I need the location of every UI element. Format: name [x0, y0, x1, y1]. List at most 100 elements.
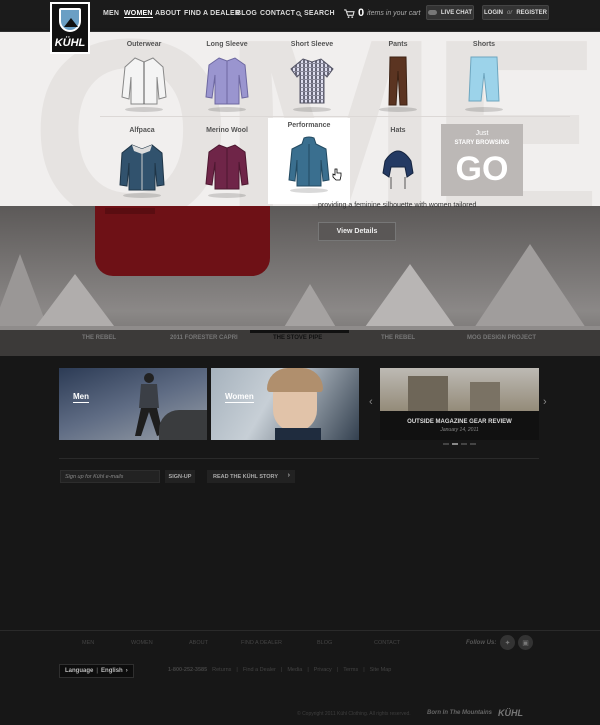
- language-value: English: [101, 668, 123, 674]
- kuhl-logo[interactable]: KÜHL: [50, 2, 90, 54]
- live-chat-button[interactable]: LIVE CHAT: [426, 5, 474, 20]
- footer-nav-blog[interactable]: BLOG: [317, 640, 332, 646]
- nav-about[interactable]: ABOUT: [155, 10, 181, 17]
- footer-link-privacy[interactable]: Privacy: [314, 667, 332, 673]
- live-chat-label: LIVE CHAT: [440, 9, 473, 16]
- category-label: Shorts: [472, 41, 496, 48]
- hat-image: [373, 141, 423, 193]
- footer-nav-women[interactable]: WOMEN: [131, 640, 153, 646]
- category-merino-wool[interactable]: Merino Wool: [186, 118, 268, 204]
- nav-search[interactable]: SEARCH: [296, 10, 335, 17]
- promo-outside-magazine[interactable]: OUTSIDE MAGAZINE GEAR REVIEW January 14,…: [380, 368, 539, 440]
- language-selector[interactable]: Language | English ›: [59, 664, 134, 678]
- category-label: Long Sleeve: [206, 41, 248, 48]
- category-label: Merino Wool: [206, 127, 248, 134]
- women-mega-menu: OME Outerwear Long Sleeve Short Sleeve P…: [0, 32, 600, 206]
- promo-women[interactable]: Women: [211, 368, 359, 440]
- footer-nav-men[interactable]: MEN: [82, 640, 94, 646]
- carousel-dot-active[interactable]: [452, 443, 458, 445]
- cart-count: 0: [358, 7, 365, 19]
- phone-number: 1-800-252-3585: [168, 667, 208, 673]
- separator: |: [96, 668, 99, 674]
- footer-nav-about[interactable]: ABOUT: [189, 640, 208, 646]
- nav-search-label: SEARCH: [304, 10, 335, 17]
- section-divider: [59, 458, 539, 459]
- mountain-shield-icon: [59, 8, 81, 32]
- footer-logo[interactable]: KÜHL: [498, 708, 523, 718]
- read-story-label: READ THE KÜHL STORY: [213, 473, 278, 480]
- hero-tab-the-rebel-2[interactable]: THE REBEL: [381, 335, 415, 341]
- footer-nav-contact[interactable]: CONTACT: [374, 640, 400, 646]
- nav-contact[interactable]: CONTACT: [260, 10, 295, 17]
- chevron-right-icon: ›: [287, 472, 290, 479]
- cart[interactable]: 0 items in your cart: [344, 7, 420, 19]
- or-label: or: [506, 9, 513, 16]
- chevron-right-icon: ›: [125, 668, 128, 674]
- chat-bubble-icon: [427, 10, 437, 15]
- footer-link-media[interactable]: Media: [287, 667, 302, 673]
- carousel-dot[interactable]: [443, 443, 449, 445]
- castle-ruin-image: [380, 368, 539, 411]
- nav-blog[interactable]: BLOG: [236, 10, 257, 17]
- category-outerwear[interactable]: Outerwear: [103, 32, 185, 118]
- category-shorts[interactable]: Shorts: [443, 32, 525, 118]
- go-box-go: GO: [455, 150, 509, 188]
- follow-us-label: Follow Us:: [466, 640, 497, 646]
- pants-image: [373, 55, 423, 112]
- hero-tabs: [0, 330, 600, 356]
- nav-women[interactable]: WOMEN: [124, 10, 153, 18]
- category-label: Pants: [388, 41, 408, 48]
- read-story-button[interactable]: READ THE KÜHL STORY ›: [207, 470, 295, 483]
- shorts-image: [459, 55, 509, 112]
- cart-icon: [344, 8, 355, 18]
- promo-men[interactable]: Men: [59, 368, 207, 440]
- carousel-dot[interactable]: [470, 443, 476, 445]
- hero-tab-forester-capri[interactable]: 2011 FORESTER CAPRI: [170, 335, 238, 341]
- category-performance[interactable]: Performance: [268, 118, 350, 204]
- active-tab-indicator: [250, 330, 349, 333]
- category-pants[interactable]: Pants: [357, 32, 439, 118]
- footer-links: 1-800-252-3585 Returns | Find a Dealer |…: [168, 667, 391, 673]
- login-register-button[interactable]: LOGIN or REGISTER: [482, 5, 549, 20]
- footer-link-find-a-dealer[interactable]: Find a Dealer: [243, 667, 276, 673]
- carousel-dot[interactable]: [461, 443, 467, 445]
- separator: |: [336, 667, 339, 673]
- category-short-sleeve[interactable]: Short Sleeve: [271, 32, 353, 118]
- footer-link-returns[interactable]: Returns: [212, 667, 231, 673]
- twitter-icon[interactable]: ✦: [500, 635, 515, 650]
- carousel-prev-arrow[interactable]: ‹: [369, 396, 373, 408]
- email-signup-input[interactable]: Sign up for Kühl e-mails: [60, 470, 160, 483]
- register-link[interactable]: REGISTER: [516, 10, 547, 16]
- category-long-sleeve[interactable]: Long Sleeve: [186, 32, 268, 118]
- facebook-icon[interactable]: ▣: [518, 635, 533, 650]
- login-link[interactable]: LOGIN: [484, 10, 503, 16]
- signup-button[interactable]: SIGN-UP: [165, 470, 195, 483]
- hero-tab-stove-pipe[interactable]: THE STOVE PIPE: [273, 335, 322, 341]
- nav-find-a-dealer[interactable]: FIND A DEALER: [184, 10, 240, 17]
- category-label: Performance: [287, 122, 331, 129]
- footer-link-site-map[interactable]: Site Map: [370, 667, 392, 673]
- alfpaca-jacket-image: [117, 141, 167, 198]
- footer-divider: [0, 630, 600, 631]
- hero-tab-mog-design[interactable]: MOG DESIGN PROJECT: [467, 335, 536, 341]
- separator: |: [363, 667, 365, 673]
- language-label: Language: [65, 668, 94, 674]
- category-alfpaca[interactable]: Alfpaca: [101, 118, 183, 204]
- menu-divider: [100, 116, 570, 117]
- carousel-next-arrow[interactable]: ›: [543, 396, 547, 408]
- category-label: Short Sleeve: [290, 41, 334, 48]
- hero-tab-the-rebel[interactable]: THE REBEL: [82, 335, 116, 341]
- nav-men[interactable]: MEN: [103, 10, 119, 17]
- view-details-button[interactable]: View Details: [318, 222, 396, 241]
- category-label: Hats: [390, 127, 406, 134]
- go-box-subtitle: STARY BROWSING: [454, 140, 510, 146]
- tagline: Born In The Mountains: [427, 710, 492, 716]
- just-browsing-go-button[interactable]: Just STARY BROWSING GO: [441, 124, 523, 196]
- category-hats[interactable]: Hats: [357, 118, 439, 204]
- promo-men-label: Men: [73, 392, 89, 403]
- footer-nav-find-a-dealer[interactable]: FIND A DEALER: [241, 640, 282, 646]
- category-label: Alfpaca: [129, 127, 155, 134]
- hero-description: providing a feminine silhouette with wom…: [318, 202, 477, 209]
- footer-link-terms[interactable]: Terms: [343, 667, 358, 673]
- cart-label: items in your cart: [367, 9, 421, 17]
